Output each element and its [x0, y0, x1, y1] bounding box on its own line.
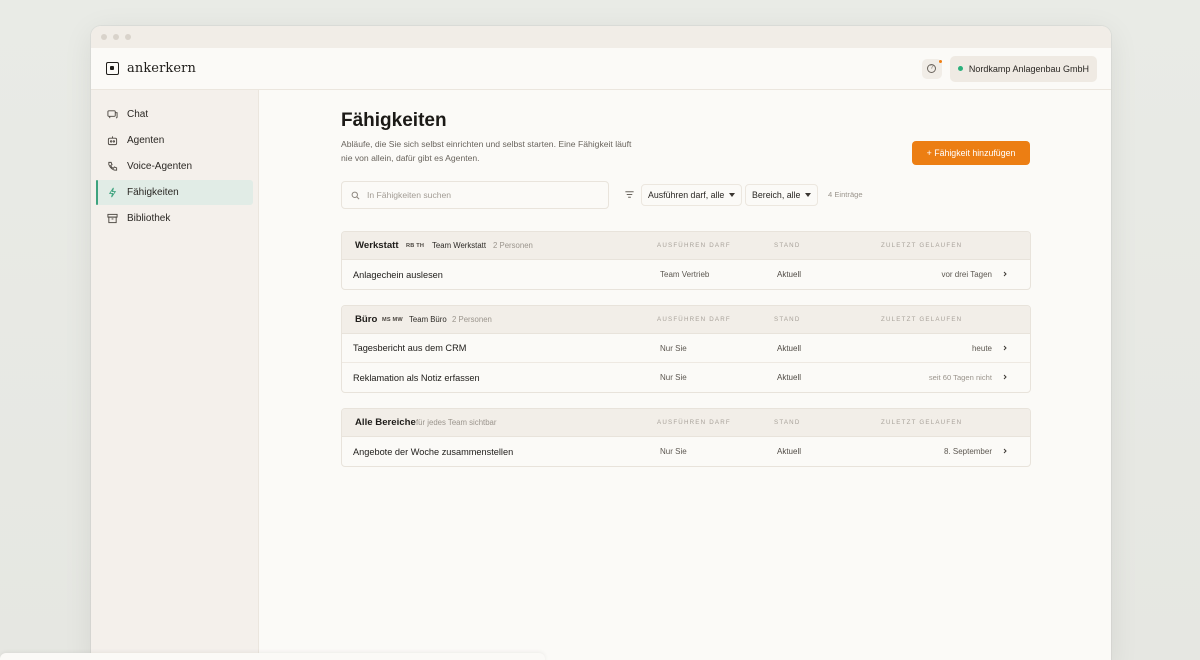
- group-name: Büro: [355, 314, 378, 325]
- run-filter-select[interactable]: Ausführen darf, alle: [641, 184, 743, 206]
- group-name: Alle Bereiche: [355, 417, 416, 428]
- sidebar-item-label: Bibliothek: [127, 213, 171, 224]
- area-filter-select[interactable]: Bereich, alle: [745, 184, 819, 206]
- search-input[interactable]: [367, 190, 587, 200]
- skill-run-permission: Nur Sie: [660, 343, 687, 353]
- skill-last-run: heute: [971, 343, 992, 353]
- anchor-box-icon: [106, 62, 119, 75]
- sidebar-item-voice-agenten[interactable]: Voice-Agenten: [96, 154, 253, 179]
- help-button[interactable]: ?: [921, 58, 942, 79]
- column-header-run: AUSFÜHREN DARF: [657, 419, 731, 426]
- table-row[interactable]: Tagesbericht aus dem CRM Nur Sie Aktuell…: [342, 334, 1030, 363]
- sidebar-item-label: Chat: [127, 109, 149, 120]
- chevron-down-icon: [729, 193, 736, 197]
- brand-logo[interactable]: ankerkern: [106, 61, 196, 76]
- skill-group-werkstatt: Werkstatt RB TH Team Werkstatt 2 Persone…: [341, 231, 1031, 290]
- status-dot-icon: [957, 66, 963, 71]
- app-window: ankerkern ? Nordkamp Anlagenbau GmbH Cha…: [91, 26, 1111, 660]
- column-header-run: AUSFÜHREN DARF: [657, 316, 731, 323]
- group-header: Werkstatt RB TH Team Werkstatt 2 Persone…: [342, 232, 1030, 260]
- filter-icon[interactable]: [624, 189, 635, 200]
- column-header-state: STAND: [774, 419, 801, 426]
- skill-state: Aktuell: [777, 447, 802, 456]
- chat-icon: [107, 109, 118, 120]
- sidebar-item-label: Fähigkeiten: [127, 187, 179, 198]
- robot-icon: [107, 135, 118, 146]
- entry-count: 4 Einträge: [828, 190, 863, 199]
- group-persons: 2 Personen: [493, 241, 533, 250]
- group-header: Büro MS MW Team Büro 2 Personen AUSFÜHRE…: [342, 306, 1030, 334]
- page-title: Fähigkeiten: [341, 110, 447, 131]
- group-subtitle: für jedes Team sichtbar: [416, 418, 497, 427]
- group-team: Team Werkstatt: [432, 241, 487, 250]
- avatar-group: MS MW: [382, 316, 403, 323]
- main-content: Fähigkeiten Abläufe, die Sie sich selbst…: [259, 90, 1111, 660]
- column-header-last: ZULETZT GELAUFEN: [881, 242, 963, 249]
- chevron-down-icon: [805, 193, 812, 197]
- skill-name: Anlagechein auslesen: [353, 269, 443, 280]
- phone-icon: [107, 161, 118, 172]
- chevron-right-icon: [1003, 345, 1007, 351]
- group-persons: 2 Personen: [452, 315, 492, 324]
- sidebar-item-chat[interactable]: Chat: [96, 102, 253, 127]
- column-header-run: AUSFÜHREN DARF: [657, 242, 731, 249]
- skill-last-run: 8. September: [943, 447, 992, 456]
- skill-state: Aktuell: [777, 270, 802, 279]
- skill-state: Aktuell: [777, 343, 802, 353]
- avatar-group: RB TH: [406, 242, 425, 249]
- window-maximize-dot[interactable]: [125, 34, 131, 40]
- skill-state: Aktuell: [777, 373, 802, 382]
- chevron-right-icon: [1003, 374, 1007, 380]
- sidebar-item-faehigkeiten[interactable]: Fähigkeiten: [96, 180, 253, 205]
- sidebar-item-label: Voice-Agenten: [127, 161, 193, 172]
- column-header-last: ZULETZT GELAUFEN: [881, 316, 963, 323]
- skill-run-permission: Nur Sie: [660, 373, 687, 382]
- sidebar: Chat Agenten Voice-Agenten Fähigkeiten B…: [91, 90, 259, 660]
- skill-name: Tagesbericht aus dem CRM: [353, 343, 467, 353]
- window-titlebar: [91, 26, 1111, 48]
- table-row[interactable]: Angebote der Woche zusammenstellen Nur S…: [342, 437, 1030, 466]
- skill-last-run: vor drei Tagen: [941, 270, 992, 279]
- skill-last-run: seit 60 Tagen nicht: [928, 373, 992, 382]
- archive-icon: [107, 213, 118, 224]
- notification-dot: [938, 59, 942, 63]
- window-minimize-dot[interactable]: [113, 34, 119, 40]
- chevron-right-icon: [1003, 448, 1007, 454]
- group-name: Werkstatt: [355, 240, 399, 251]
- skill-group-alle-bereiche: Alle Bereiche für jedes Team sichtbar AU…: [341, 408, 1031, 467]
- app-header: ankerkern ? Nordkamp Anlagenbau GmbH: [91, 48, 1111, 90]
- page-description: Abläufe, die Sie sich selbst einrichten …: [341, 139, 632, 163]
- search-field[interactable]: [341, 181, 609, 209]
- brand-name: ankerkern: [127, 61, 196, 76]
- overlay-window-edge: [0, 653, 545, 660]
- chevron-right-icon: [1003, 271, 1007, 277]
- area-filter-value: Bereich, alle: [752, 190, 801, 200]
- skill-name: Reklamation als Notiz erfassen: [353, 372, 480, 383]
- search-icon: [351, 191, 360, 199]
- skill-run-permission: Nur Sie: [660, 447, 687, 456]
- sidebar-item-label: Agenten: [127, 135, 165, 146]
- window-close-dot[interactable]: [101, 34, 107, 40]
- sidebar-item-agenten[interactable]: Agenten: [96, 128, 253, 153]
- skill-name: Angebote der Woche zusammenstellen: [353, 446, 514, 457]
- table-row[interactable]: Anlagechein auslesen Team Vertrieb Aktue…: [342, 260, 1030, 289]
- skill-run-permission: Team Vertrieb: [660, 270, 710, 279]
- table-row[interactable]: Reklamation als Notiz erfassen Nur Sie A…: [342, 363, 1030, 392]
- column-header-state: STAND: [774, 242, 801, 249]
- bolt-icon: [107, 187, 118, 198]
- column-header-last: ZULETZT GELAUFEN: [881, 419, 963, 426]
- group-team: Team Büro: [409, 315, 447, 324]
- skill-group-buero: Büro MS MW Team Büro 2 Personen AUSFÜHRE…: [341, 305, 1031, 393]
- add-skill-button[interactable]: + Fähigkeit hinzufügen: [912, 141, 1030, 165]
- group-header: Alle Bereiche für jedes Team sichtbar AU…: [342, 409, 1030, 437]
- sidebar-item-bibliothek[interactable]: Bibliothek: [96, 206, 253, 231]
- column-header-state: STAND: [774, 316, 801, 323]
- question-circle-icon: ?: [927, 64, 937, 73]
- run-filter-value: Ausführen darf, alle: [648, 190, 725, 200]
- organization-name: Nordkamp Anlagenbau GmbH: [968, 63, 1089, 74]
- organization-switcher[interactable]: Nordkamp Anlagenbau GmbH: [949, 55, 1097, 82]
